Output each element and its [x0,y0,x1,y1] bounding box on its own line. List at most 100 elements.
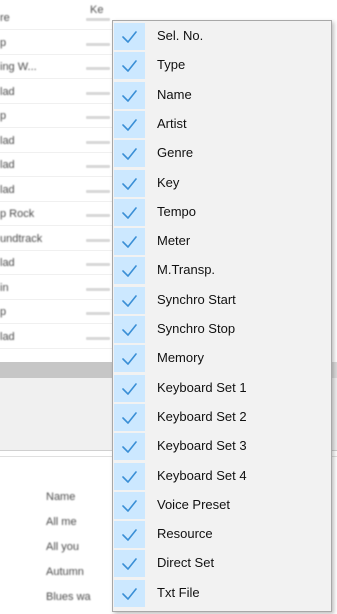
menu-item-label: Keyboard Set 1 [157,379,247,395]
table-row[interactable]: re [0,10,112,30]
table-cell-key [86,165,110,168]
check-icon [122,294,137,307]
menu-item-genre[interactable]: Genre [113,139,331,168]
table-cell-genre: in [0,281,9,294]
table-cell-key [86,336,110,340]
check-icon [122,587,137,600]
table-row[interactable]: p [0,108,112,128]
check-icon [122,119,137,131]
table-row[interactable]: undtrack [0,231,112,251]
menu-item-key[interactable]: Key [113,169,331,198]
check-icon [122,236,137,248]
checkbox-indicator [114,110,145,138]
menu-item-type[interactable]: Type [113,51,331,80]
table-cell-genre: lad [0,183,15,196]
table-cell-key [86,91,110,95]
menu-item-direct-set[interactable]: Direct Set [113,549,331,578]
list-item[interactable]: Autumn [46,566,116,582]
table-row[interactable]: lad [0,84,112,104]
menu-item-name[interactable]: Name [113,81,331,110]
menu-item-label: Memory [157,350,204,366]
table-cell-key [86,263,110,266]
checkbox-indicator [114,579,145,607]
check-icon [122,31,137,43]
menu-item-keyboard-set-1[interactable]: Keyboard Set 1 [113,374,331,403]
check-icon [122,499,137,512]
checkbox-indicator [114,23,145,50]
check-icon [122,412,137,424]
check-icon [122,353,137,366]
table-cell-genre: ing W... [0,61,37,73]
menu-item-resource[interactable]: Resource [113,520,331,549]
table-cell-key [86,312,110,315]
table-row[interactable]: p Rock [0,206,112,226]
menu-item-label: Key [157,174,180,190]
table-cell-genre: lad [0,159,15,171]
table-cell-genre: lad [0,134,15,147]
check-icon [122,148,137,160]
checkbox-indicator [114,316,145,343]
menu-item-keyboard-set-4[interactable]: Keyboard Set 4 [113,462,331,491]
menu-item-voice-preset[interactable]: Voice Preset [113,491,331,520]
table-row[interactable]: p [0,304,112,324]
menu-item-keyboard-set-3[interactable]: Keyboard Set 3 [113,432,331,461]
table-cell-key [86,140,110,144]
check-icon [122,441,137,453]
table-row[interactable]: ing W... [0,59,112,79]
checkbox-indicator [114,140,145,168]
checkbox-indicator [114,198,145,226]
table-row[interactable]: lad [0,255,112,275]
menu-item-sel-no[interactable]: Sel. No. [113,22,331,51]
table-cell-key [86,287,110,291]
check-icon [122,265,137,278]
list-item[interactable]: All you [46,541,116,557]
list-item[interactable]: Blues wa [46,591,116,607]
check-icon [122,324,137,336]
menu-item-tempo[interactable]: Tempo [113,198,331,227]
list-header: Name [46,491,76,503]
table-cell-key [86,238,110,242]
table-cell-genre: p [0,306,7,318]
checkbox-indicator [114,52,145,80]
menu-item-label: Name [157,86,192,102]
checkbox-indicator [114,550,145,578]
table-row[interactable]: in [0,280,112,300]
menu-item-label: Genre [157,145,194,161]
menu-item-label: Txt File [157,584,200,600]
column-context-menu: Sel. No. Type Name Artist Genre Key Tempo Meter… [112,20,332,612]
menu-item-label: Synchro Stop [157,321,236,336]
check-icon [122,89,137,102]
check-icon [122,177,137,190]
menu-item-keyboard-set-2[interactable]: Keyboard Set 2 [113,403,331,432]
table-row[interactable]: lad [0,157,112,177]
menu-item-synchro-stop[interactable]: Synchro Stop [113,315,331,344]
checkbox-indicator [114,521,145,549]
check-icon [122,529,137,541]
checkbox-indicator [114,433,145,461]
table-row[interactable]: lad [0,329,112,349]
menu-item-txt-file[interactable]: Txt File [113,579,331,608]
table-row[interactable]: p [0,35,112,55]
menu-item-artist[interactable]: Artist [113,110,331,139]
checkbox-indicator [114,81,145,109]
check-icon [122,382,137,395]
checkbox-indicator [114,345,145,373]
menu-item-meter[interactable]: Meter [113,227,331,256]
check-icon [122,470,137,483]
table-row[interactable]: lad [0,133,112,153]
scrollbar-thumb[interactable] [0,362,112,378]
menu-item-label: Keyboard Set 3 [157,438,247,454]
menu-item-m-transp[interactable]: M.Transp. [113,256,331,285]
check-icon [122,206,137,219]
menu-item-label: Tempo [157,203,197,219]
table-cell-genre: re [0,12,10,24]
menu-item-synchro-start[interactable]: Synchro Start [113,286,331,315]
menu-item-memory[interactable]: Memory [113,344,331,373]
table-row[interactable]: lad [0,182,112,202]
menu-item-label: Meter [157,233,191,249]
checkbox-indicator [114,462,145,490]
menu-item-label: Resource [157,526,213,542]
table-cell-genre: lad [0,85,15,98]
list-item[interactable]: All me [46,516,116,532]
menu-item-label: Keyboard Set 2 [157,408,247,424]
